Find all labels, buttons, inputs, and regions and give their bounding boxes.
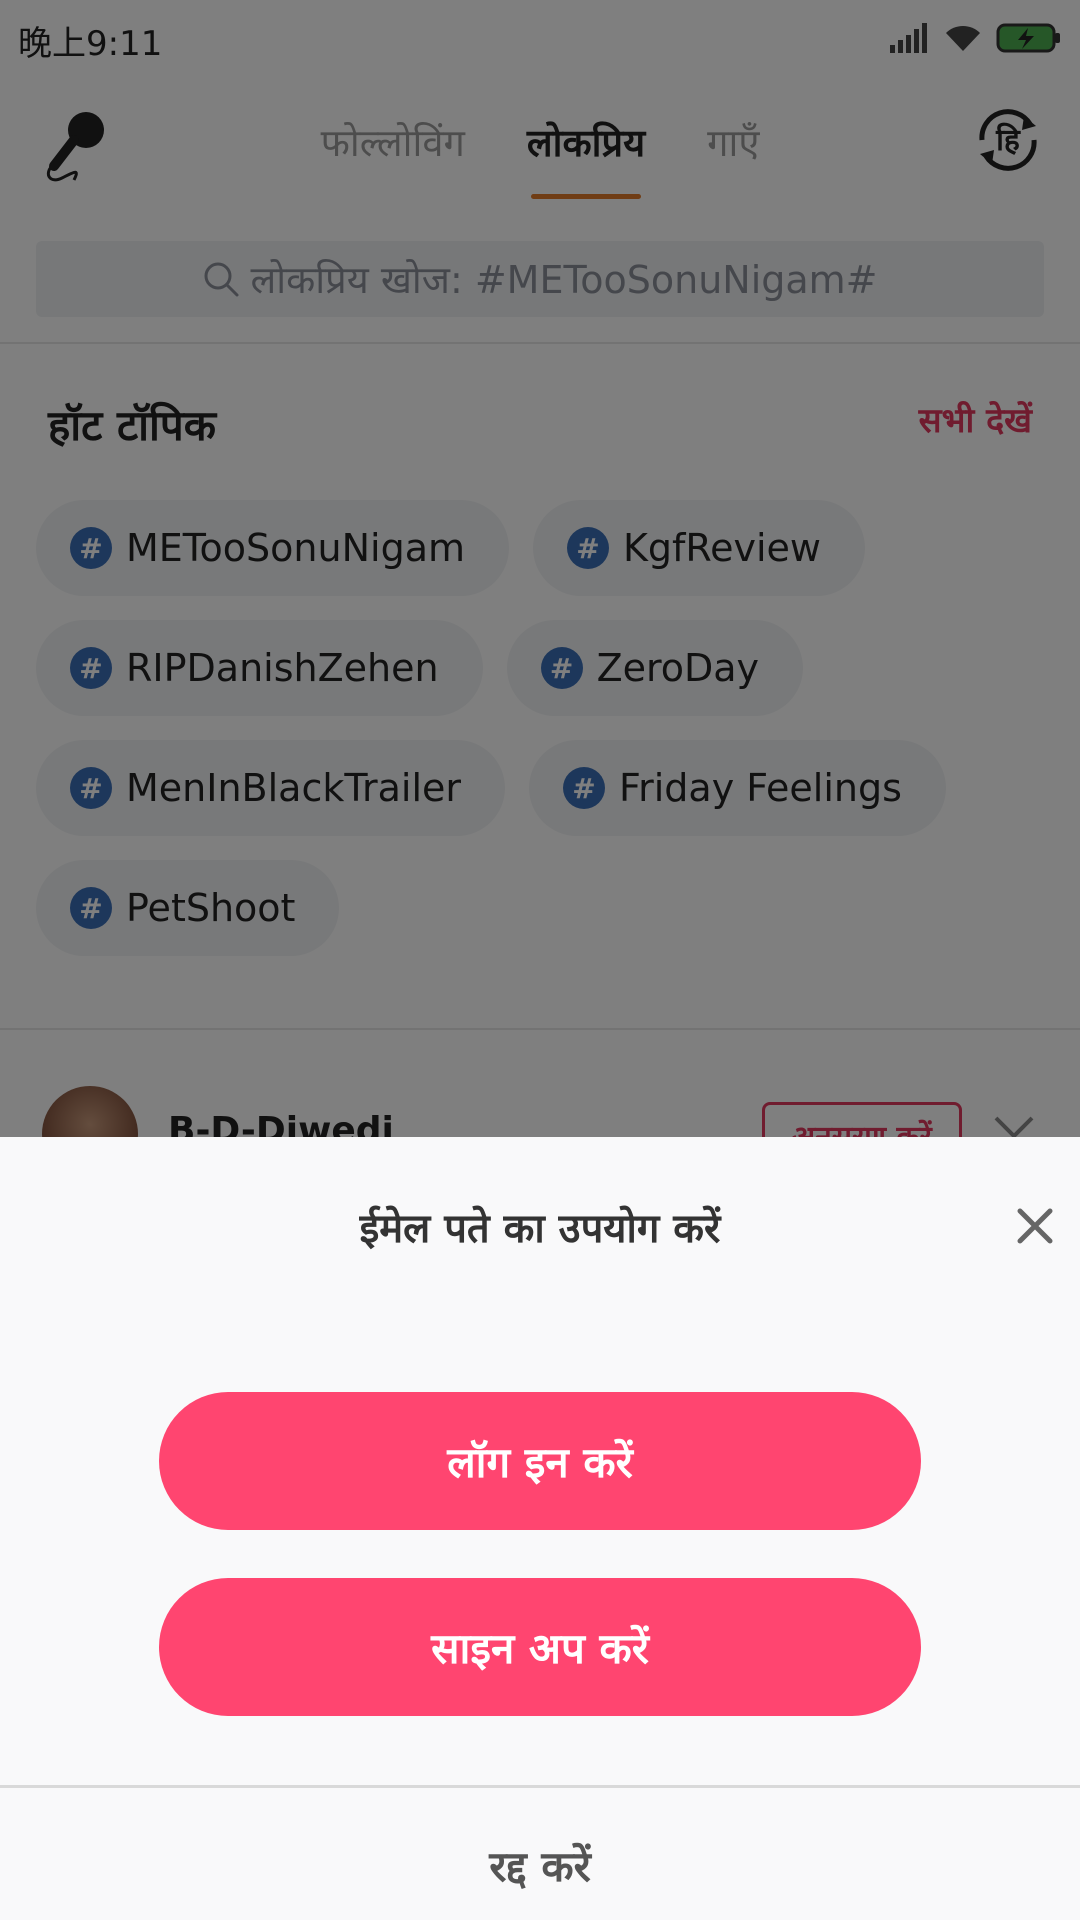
cancel-button[interactable]: रद्द करें — [0, 1837, 1080, 1894]
modal-scrim[interactable] — [0, 0, 1080, 1137]
close-icon[interactable] — [1014, 1205, 1056, 1247]
divider — [0, 1785, 1080, 1788]
auth-bottom-sheet: ईमेल पते का उपयोग करें लॉग इन करें साइन … — [0, 1137, 1080, 1920]
signup-button[interactable]: साइन अप करें — [159, 1578, 921, 1716]
login-button[interactable]: लॉग इन करें — [159, 1392, 921, 1530]
sheet-title: ईमेल पते का उपयोग करें — [359, 1206, 721, 1252]
